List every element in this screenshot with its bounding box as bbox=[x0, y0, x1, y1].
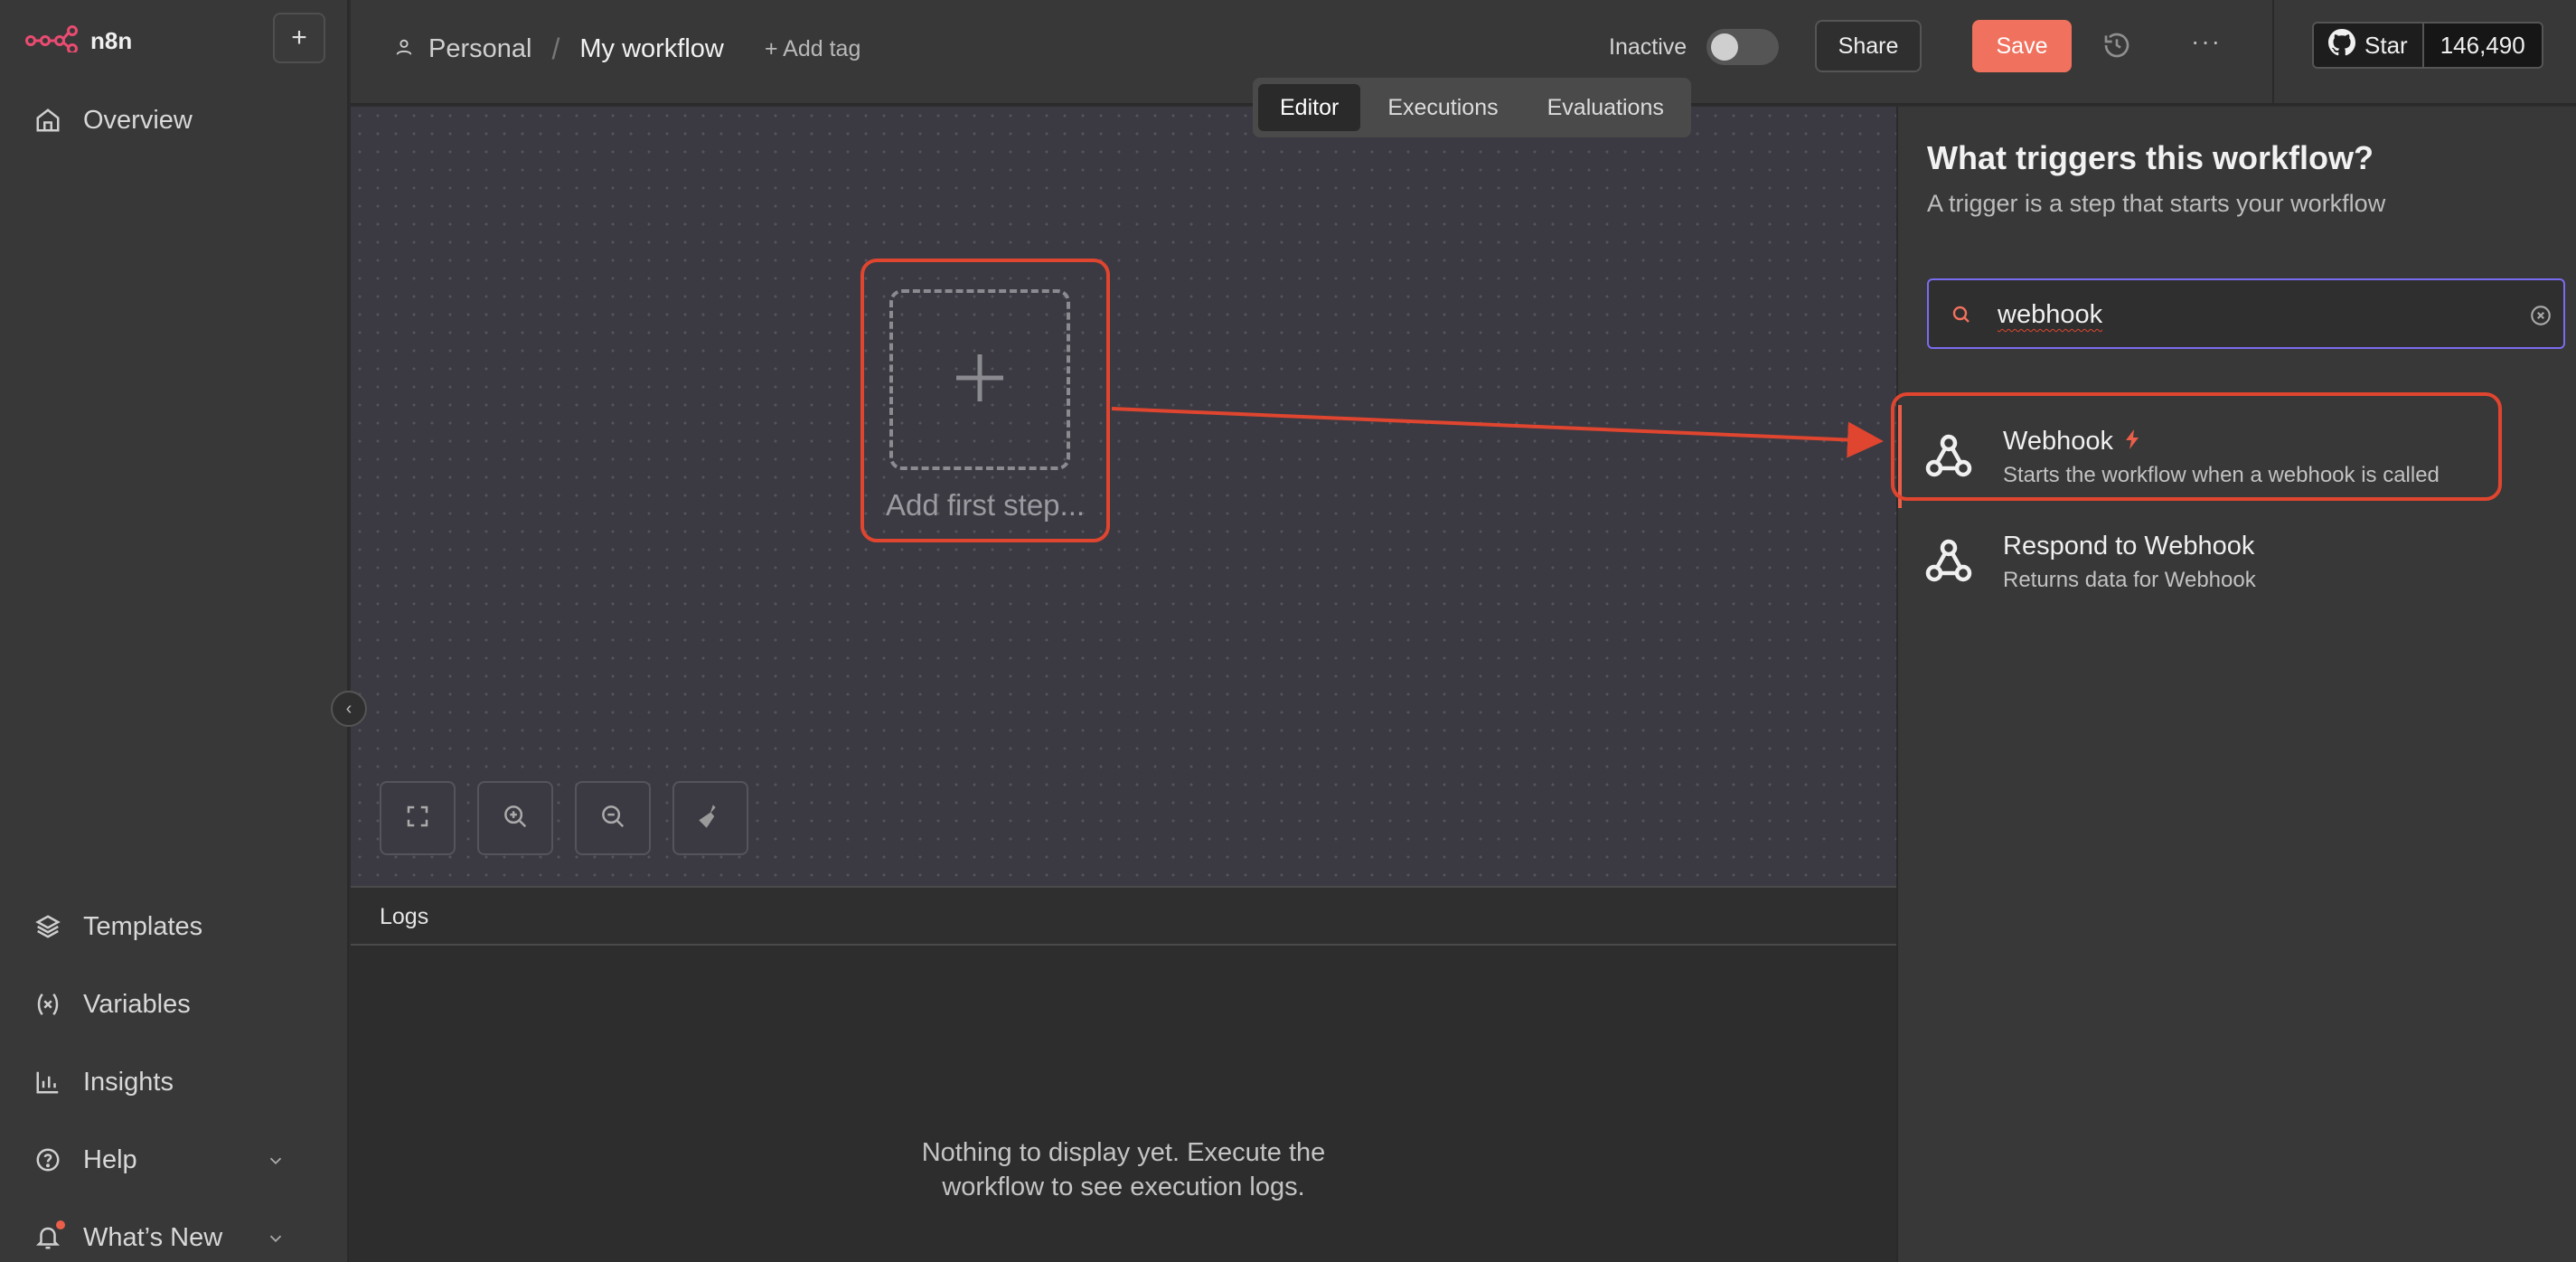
result-title: Respond to Webhook bbox=[2003, 532, 2255, 560]
webhook-icon bbox=[1923, 535, 1974, 590]
add-first-step-button[interactable] bbox=[889, 289, 1070, 470]
breadcrumb-project[interactable]: Personal bbox=[428, 34, 531, 64]
history-icon[interactable] bbox=[2102, 31, 2131, 64]
zoom-out-icon bbox=[599, 803, 626, 834]
sidebar-item-help[interactable]: Help bbox=[33, 1144, 295, 1175]
result-name: Respond to Webhook bbox=[2003, 532, 2254, 561]
zoom-out-button[interactable] bbox=[575, 781, 651, 855]
sidebar-item-label: Overview bbox=[83, 105, 193, 135]
sidebar-item-overview[interactable]: Overview bbox=[33, 105, 193, 136]
tab-evaluations[interactable]: Evaluations bbox=[1526, 84, 1686, 131]
add-tag-button[interactable]: + Add tag bbox=[765, 36, 860, 62]
fit-view-button[interactable] bbox=[380, 781, 456, 855]
sidebar-item-label: Insights bbox=[83, 1067, 174, 1097]
search-value: webhook bbox=[1998, 300, 2103, 329]
sidebar-item-label: Templates bbox=[83, 911, 203, 941]
view-tabs: Editor Executions Evaluations bbox=[1253, 78, 1691, 137]
help-icon bbox=[33, 1144, 63, 1175]
search-input[interactable]: webhook bbox=[1927, 278, 2565, 349]
chevron-left-icon: ‹ bbox=[345, 698, 353, 719]
logs-header[interactable]: Logs bbox=[351, 886, 1896, 946]
clear-search-icon[interactable] bbox=[2529, 304, 2552, 332]
sidebar-item-whats-new[interactable]: What’s New bbox=[33, 1220, 295, 1256]
result-description: Returns data for Webhook bbox=[2003, 568, 2256, 592]
add-first-step-label: Add first step... bbox=[885, 488, 1086, 522]
search-icon bbox=[1951, 304, 1972, 330]
logs-empty-line: Nothing to display yet. Execute the bbox=[921, 1138, 1326, 1167]
sidebar-item-label: What’s New bbox=[83, 1222, 223, 1252]
trigger-panel: What triggers this workflow? A trigger i… bbox=[1896, 107, 2576, 1262]
github-star-count: 146,490 bbox=[2423, 24, 2542, 67]
sidebar-item-label: Help bbox=[83, 1144, 137, 1174]
workflow-canvas[interactable] bbox=[351, 107, 1896, 886]
webhook-highlight bbox=[1891, 392, 2502, 501]
panel-subtitle: A trigger is a step that starts your wor… bbox=[1927, 190, 2386, 217]
n8n-app: n8n + Overview Templates Variables Insig… bbox=[0, 0, 2576, 1262]
bell-icon bbox=[33, 1220, 65, 1253]
logo-text: n8n bbox=[90, 27, 133, 54]
variables-icon bbox=[33, 989, 63, 1020]
broom-icon bbox=[695, 801, 726, 836]
templates-icon bbox=[33, 911, 63, 942]
github-star-label-group: Star bbox=[2314, 24, 2424, 67]
sidebar-item-insights[interactable]: Insights bbox=[33, 1067, 174, 1097]
list-item-respond-to-webhook[interactable]: Respond to Webhook Returns data for Webh… bbox=[1898, 510, 2576, 613]
zoom-in-icon bbox=[502, 803, 529, 834]
github-icon bbox=[2328, 28, 2355, 62]
divider bbox=[2272, 0, 2274, 105]
n8n-logo-icon bbox=[25, 25, 78, 57]
more-options-icon[interactable]: ··· bbox=[2191, 27, 2222, 56]
github-star-button[interactable]: Star 146,490 bbox=[2312, 22, 2543, 69]
plus-icon: + bbox=[291, 23, 307, 52]
tidy-up-button[interactable] bbox=[672, 781, 748, 855]
tab-editor[interactable]: Editor bbox=[1258, 84, 1361, 131]
workflow-name[interactable]: My workflow bbox=[579, 34, 724, 64]
sidebar-item-templates[interactable]: Templates bbox=[33, 911, 202, 942]
plus-icon bbox=[951, 349, 1009, 411]
logo[interactable]: n8n bbox=[25, 25, 132, 57]
notification-dot bbox=[56, 1220, 65, 1229]
zoom-in-button[interactable] bbox=[477, 781, 553, 855]
chevron-down-icon bbox=[266, 1148, 286, 1178]
breadcrumb-separator: / bbox=[551, 33, 560, 65]
collapse-sidebar-button[interactable]: ‹ bbox=[331, 691, 367, 727]
share-button[interactable]: Share bbox=[1815, 20, 1922, 72]
insights-icon bbox=[33, 1067, 63, 1097]
tab-executions[interactable]: Executions bbox=[1366, 84, 1519, 131]
logs-title: Logs bbox=[380, 904, 429, 929]
user-icon bbox=[394, 34, 414, 64]
sidebar-item-label: Variables bbox=[83, 989, 191, 1019]
sidebar-item-variables[interactable]: Variables bbox=[33, 989, 191, 1020]
logs-empty-line: workflow to see execution logs. bbox=[942, 1173, 1305, 1201]
save-button[interactable]: Save bbox=[1972, 20, 2072, 72]
canvas-toolbar bbox=[380, 781, 748, 855]
logs-empty-message: Nothing to display yet. Execute the work… bbox=[351, 1135, 1896, 1204]
active-toggle[interactable] bbox=[1706, 29, 1779, 65]
sidebar: n8n + Overview Templates Variables Insig… bbox=[0, 0, 349, 1262]
create-new-button[interactable]: + bbox=[273, 13, 325, 63]
github-star-label: Star bbox=[2364, 31, 2408, 59]
fullscreen-icon bbox=[404, 803, 431, 834]
status-label: Inactive bbox=[1609, 34, 1688, 60]
logs-panel: Nothing to display yet. Execute the work… bbox=[351, 946, 1896, 1262]
breadcrumb: Personal / My workflow bbox=[394, 33, 724, 66]
toggle-knob bbox=[1711, 33, 1738, 61]
chevron-down-icon bbox=[266, 1226, 286, 1256]
home-icon bbox=[33, 105, 63, 136]
panel-title: What triggers this workflow? bbox=[1927, 139, 2374, 176]
